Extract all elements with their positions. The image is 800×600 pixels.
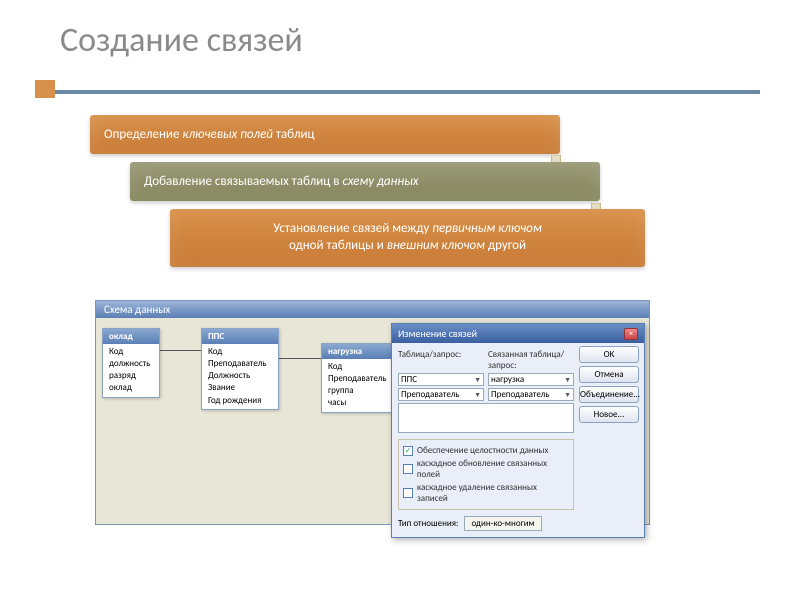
table-header: ППС xyxy=(202,329,278,344)
schema-window-title: Схема данных xyxy=(96,301,649,318)
table-body: Код Преподаватель Должность Звание Год р… xyxy=(202,344,278,409)
grid-blank-rows[interactable] xyxy=(398,403,574,433)
combo-right-table[interactable]: нагрузка▼ xyxy=(488,373,574,386)
field: Преподаватель xyxy=(208,358,272,370)
dialog-titlebar: Изменение связей × xyxy=(392,324,644,343)
field: оклад xyxy=(109,382,153,394)
combo-left-field[interactable]: Преподаватель▼ xyxy=(398,388,484,401)
table-oklad[interactable]: оклад Код должность разряд оклад xyxy=(102,328,160,398)
relation-type-value: один-ко-многим xyxy=(464,516,541,531)
ok-button[interactable]: OK xyxy=(579,346,639,363)
dialog-title-text: Изменение связей xyxy=(398,327,477,340)
field: Год рождения xyxy=(208,395,272,407)
join-type-button[interactable]: Объединение... xyxy=(579,386,639,403)
step-2: Добавление связываемых таблиц в схему да… xyxy=(130,162,600,201)
step-3: Установление связей между первичным ключ… xyxy=(170,209,645,267)
checkbox-row[interactable]: каскадное удаление связанных записей xyxy=(403,482,569,504)
check-label: каскадное удаление связанных записей xyxy=(417,482,569,504)
field: Код xyxy=(109,346,153,358)
field: разряд xyxy=(109,370,153,382)
table-nagruzka[interactable]: нагрузка Код Преподаватель группа часы xyxy=(321,343,393,413)
chevron-down-icon: ▼ xyxy=(474,390,481,399)
check-label: Обеспечение целостности данных xyxy=(417,445,548,456)
checkbox-icon xyxy=(403,488,413,498)
step-2-text: Добавление связываемых таблиц в схему да… xyxy=(144,174,419,189)
close-icon[interactable]: × xyxy=(624,328,638,340)
slide-title: Создание связей xyxy=(60,20,800,61)
table-body: Код должность разряд оклад xyxy=(103,344,159,397)
checkbox-row[interactable]: ✓ Обеспечение целостности данных xyxy=(403,445,569,456)
relation-line xyxy=(279,358,321,359)
checkbox-icon: ✓ xyxy=(403,446,413,456)
relation-type-label: Тип отношения: xyxy=(398,518,458,529)
relation-type-row: Тип отношения: один-ко-многим xyxy=(398,516,638,531)
divider-line xyxy=(55,90,760,94)
chevron-down-icon: ▼ xyxy=(564,390,571,399)
accent-bar xyxy=(35,80,55,98)
field: должность xyxy=(109,358,153,370)
relation-line xyxy=(160,350,201,351)
step-1-text: Определение ключевых полей таблиц xyxy=(104,127,315,142)
chevron-down-icon: ▼ xyxy=(564,375,571,384)
label-related: Связанная таблица/запрос: xyxy=(488,349,574,371)
field: группа xyxy=(328,385,386,397)
field: часы xyxy=(328,397,386,409)
field: Должность xyxy=(208,370,272,382)
steps-list: Определение ключевых полей таблиц Добавл… xyxy=(0,115,800,275)
table-pps[interactable]: ППС Код Преподаватель Должность Звание Г… xyxy=(201,328,279,410)
title-area: Создание связей xyxy=(0,0,800,71)
field: Код xyxy=(208,346,272,358)
combo-right-field[interactable]: Преподаватель▼ xyxy=(488,388,574,401)
checkbox-row[interactable]: каскадное обновление связанных полей xyxy=(403,458,569,480)
table-header: оклад xyxy=(103,329,159,344)
checkbox-icon xyxy=(403,464,413,474)
table-header: нагрузка xyxy=(322,344,392,359)
integrity-options: ✓ Обеспечение целостности данных каскадно… xyxy=(398,439,574,510)
cancel-button[interactable]: Отмена xyxy=(579,366,639,383)
dialog-buttons: OK Отмена Объединение... Новое... xyxy=(579,346,639,423)
label-table: Таблица/запрос: xyxy=(398,349,484,371)
step-3-text: Установление связей между первичным ключ… xyxy=(273,221,542,253)
check-label: каскадное обновление связанных полей xyxy=(417,458,569,480)
schema-window: Схема данных оклад Код должность разряд … xyxy=(95,300,650,525)
combo-left-table[interactable]: ППС▼ xyxy=(398,373,484,386)
step-1: Определение ключевых полей таблиц xyxy=(90,115,560,154)
chevron-down-icon: ▼ xyxy=(474,375,481,384)
schema-canvas[interactable]: оклад Код должность разряд оклад ППС Код… xyxy=(96,318,649,518)
field: Преподаватель xyxy=(328,373,386,385)
new-button[interactable]: Новое... xyxy=(579,406,639,423)
table-body: Код Преподаватель группа часы xyxy=(322,359,392,412)
field: Код xyxy=(328,361,386,373)
slide: Создание связей Определение ключевых пол… xyxy=(0,0,800,600)
edit-relationships-dialog: Изменение связей × Таблица/запрос: Связа… xyxy=(391,323,645,538)
dialog-body: Таблица/запрос: Связанная таблица/запрос… xyxy=(392,343,644,537)
field: Звание xyxy=(208,382,272,394)
